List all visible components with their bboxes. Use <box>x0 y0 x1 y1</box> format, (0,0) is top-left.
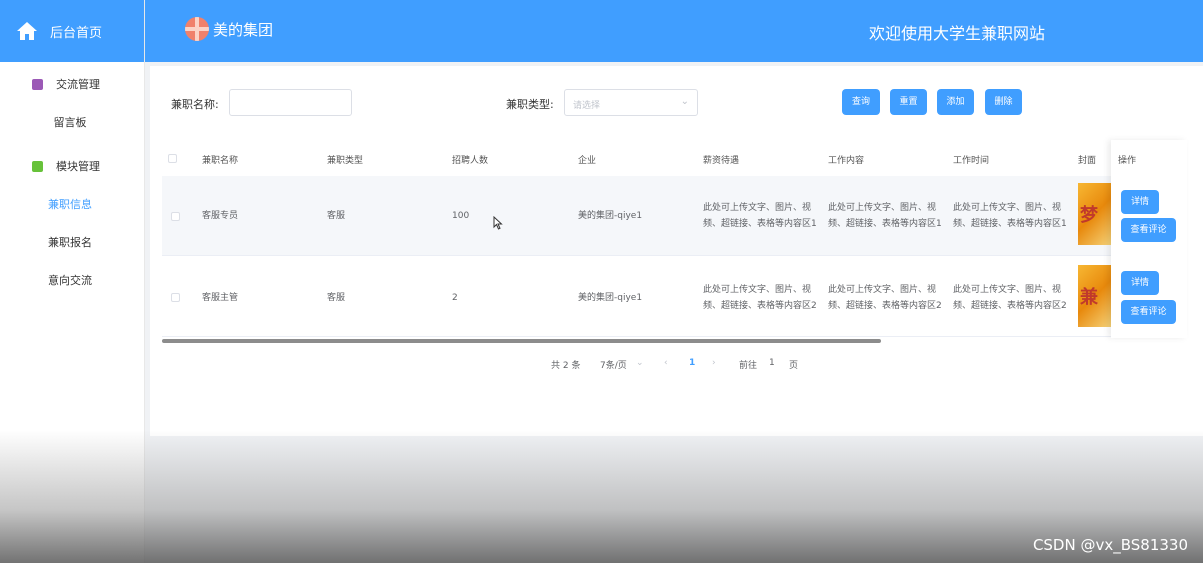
add-button[interactable]: 添加 <box>937 89 974 115</box>
cell-content: 此处可上传文字、图片、视 频、超链接、表格等内容区2 <box>828 285 942 311</box>
type-filter-label: 兼职类型: <box>506 98 554 111</box>
sidebar-item-intent-exchange[interactable]: 意向交流 <box>0 262 144 300</box>
view-comments-button[interactable]: 查看评论 <box>1121 300 1176 324</box>
operations-column: 操作 详情 查看评论 详情 查看评论 <box>1111 140 1187 338</box>
cell-company: 美的集团-qiye1 <box>578 211 643 221</box>
select-all-checkbox[interactable] <box>168 154 177 163</box>
cell-time: 此处可上传文字、图片、视 频、超链接、表格等内容区1 <box>953 203 1067 229</box>
sidebar-group-modules[interactable]: 模块管理 <box>0 146 144 186</box>
home-icon <box>17 22 37 40</box>
top-header: 美的集团 欢迎使用大学生兼职网站 <box>145 0 1203 62</box>
sidebar-home[interactable]: 后台首页 <box>0 0 144 62</box>
cell-salary: 此处可上传文字、图片、视 频、超链接、表格等内容区2 <box>703 285 817 311</box>
cell-salary: 此处可上传文字、图片、视 频、超链接、表格等内容区1 <box>703 203 817 229</box>
name-filter-label: 兼职名称: <box>171 98 219 111</box>
row-checkbox[interactable] <box>171 212 180 221</box>
brand-logo-icon <box>185 17 209 41</box>
col-header-salary: 薪资待遇 <box>703 156 740 166</box>
detail-button[interactable]: 详情 <box>1121 190 1159 214</box>
cell-name: 客服主管 <box>202 293 239 303</box>
cell-count: 100 <box>452 211 470 221</box>
archive-icon <box>32 78 43 90</box>
cell-type: 客服 <box>327 293 346 303</box>
pagination-goto-suffix: 页 <box>789 361 799 371</box>
welcome-text: 欢迎使用大学生兼职网站 <box>868 24 1045 43</box>
query-button[interactable]: 查询 <box>842 89 880 115</box>
col-header-cover: 封面 <box>1078 156 1097 166</box>
pagination-current-page[interactable]: 1 <box>689 358 695 368</box>
cover-image: 梦 <box>1078 183 1112 245</box>
cell-count: 2 <box>452 293 458 303</box>
prev-page-icon[interactable]: ‹ <box>664 358 668 368</box>
type-filter-select[interactable]: 请选择 ⌄ <box>564 89 698 116</box>
reset-button[interactable]: 重置 <box>890 89 927 115</box>
cell-name: 客服专员 <box>202 211 239 221</box>
cell-content: 此处可上传文字、图片、视 频、超链接、表格等内容区1 <box>828 203 942 229</box>
col-header-actions: 操作 <box>1118 156 1137 166</box>
table-row: 客服主管 客服 2 美的集团-qiye1 此处可上传文字、图片、视 频、超链接、表… <box>162 257 1187 337</box>
type-filter-placeholder: 请选择 <box>573 101 601 111</box>
cover-image: 兼 <box>1078 265 1112 327</box>
chat-icon <box>32 160 43 172</box>
brand-name: 美的集团 <box>213 21 274 39</box>
view-comments-button[interactable]: 查看评论 <box>1121 218 1176 242</box>
sidebar-home-label: 后台首页 <box>50 25 103 41</box>
cell-type: 客服 <box>327 211 346 221</box>
next-page-icon[interactable]: › <box>712 358 716 368</box>
col-header-type: 兼职类型 <box>327 156 364 166</box>
pagination-goto-input[interactable]: 1 <box>769 358 775 368</box>
col-header-content: 工作内容 <box>828 156 865 166</box>
col-header-company: 企业 <box>578 156 597 166</box>
bottom-fade-overlay <box>0 430 1203 563</box>
cell-company: 美的集团-qiye1 <box>578 293 643 303</box>
cell-time: 此处可上传文字、图片、视 频、超链接、表格等内容区2 <box>953 285 1067 311</box>
col-header-count: 招聘人数 <box>452 156 489 166</box>
sidebar-item-job-info[interactable]: 兼职信息 <box>0 186 144 224</box>
table-header: 兼职名称 兼职类型 招聘人数 企业 薪资待遇 工作内容 工作时间 封面 <box>162 140 1187 176</box>
col-header-time: 工作时间 <box>953 156 990 166</box>
sidebar-group-label: 模块管理 <box>56 160 100 173</box>
horizontal-scrollbar[interactable] <box>162 339 881 343</box>
detail-button[interactable]: 详情 <box>1121 271 1159 295</box>
table-row: 客服专员 客服 100 美的集团-qiye1 此处可上传文字、图片、视 频、超链接… <box>162 176 1187 256</box>
chevron-down-icon: ⌄ <box>680 96 689 107</box>
pagination-total: 共 2 条 <box>551 361 581 371</box>
delete-button[interactable]: 删除 <box>985 89 1022 115</box>
col-header-name: 兼职名称 <box>202 156 239 166</box>
watermark-text: CSDN @vx_BS81330 <box>1032 536 1188 554</box>
sidebar-group-label: 交流管理 <box>56 78 100 91</box>
row-checkbox[interactable] <box>171 293 180 302</box>
pagination-page-size[interactable]: 7条/页 <box>600 358 627 371</box>
sidebar-group-communication[interactable]: 交流管理 <box>0 64 144 104</box>
page-size-chevron-icon: ⌄ <box>636 358 644 368</box>
pagination-goto-prefix: 前往 <box>739 361 758 371</box>
mouse-cursor-icon <box>493 216 503 230</box>
name-filter-input[interactable] <box>229 89 352 116</box>
sidebar-item-message-board[interactable]: 留言板 <box>0 104 144 142</box>
sidebar-item-job-signup[interactable]: 兼职报名 <box>0 224 144 262</box>
